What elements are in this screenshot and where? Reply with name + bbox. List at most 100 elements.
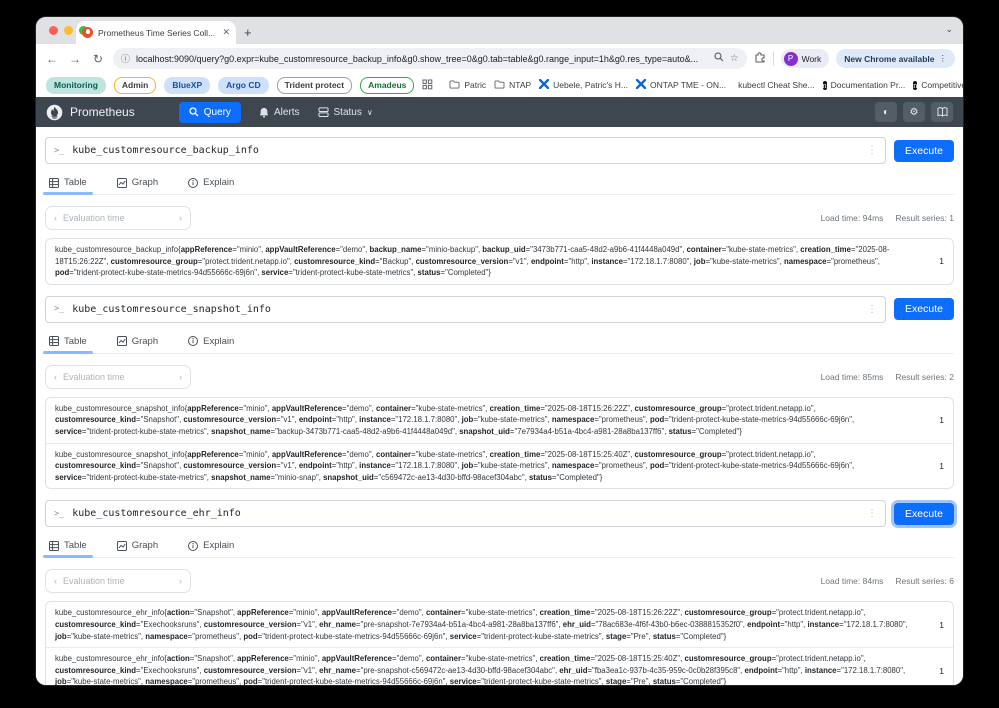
chrome-update-chip[interactable]: New Chrome available ⋮: [836, 49, 955, 68]
tab-explain[interactable]: Explain: [186, 173, 236, 194]
execute-button[interactable]: Execute: [894, 139, 954, 162]
expression-input[interactable]: >_ kube_customresource_backup_info ⋮: [45, 137, 887, 164]
input-options-kebab-icon[interactable]: ⋮: [867, 304, 877, 315]
new-tab-button[interactable]: +: [244, 25, 252, 40]
tab-table[interactable]: Table: [43, 536, 93, 559]
graph-icon: [116, 336, 127, 347]
tab-search-chevron-icon[interactable]: ⌄: [945, 24, 953, 35]
browser-tab-active[interactable]: Prometheus Time Series Coll... ✕: [76, 21, 236, 44]
extensions-puzzle-icon[interactable]: [754, 51, 766, 66]
bookmark-pill-monitoring[interactable]: Monitoring: [46, 76, 106, 94]
console-prompt-icon: >_: [54, 304, 65, 315]
profile-chip[interactable]: P Work: [780, 49, 830, 68]
query-page-content: >_ kube_customresource_backup_info ⋮ Exe…: [36, 127, 963, 685]
bookmark-pill-trident-protect[interactable]: Trident protect: [276, 76, 353, 94]
nav-alerts[interactable]: Alerts: [259, 107, 300, 118]
tab-title: Prometheus Time Series Coll...: [98, 27, 216, 38]
nav-query[interactable]: Query: [178, 101, 241, 123]
eval-time-back-icon[interactable]: ‹: [54, 576, 57, 586]
tab-explain[interactable]: Explain: [186, 536, 236, 557]
bookmark-star-icon[interactable]: ☆: [730, 53, 739, 64]
eval-time-forward-icon[interactable]: ›: [179, 372, 182, 382]
back-button[interactable]: ←: [44, 52, 60, 66]
settings-gear-icon[interactable]: ⚙: [903, 102, 925, 122]
bookmark-item[interactable]: ONTAP TME - ON...: [635, 78, 726, 91]
tab-graph[interactable]: Graph: [115, 173, 160, 194]
bookmark-item[interactable]: kubectl Cheat She...: [734, 80, 815, 90]
chevron-down-icon: ∨: [366, 107, 373, 117]
tab-close-icon[interactable]: ✕: [222, 27, 230, 38]
label-name: instance: [804, 665, 837, 675]
input-options-kebab-icon[interactable]: ⋮: [867, 145, 877, 156]
forward-button[interactable]: →: [67, 52, 83, 66]
query-expression[interactable]: kube_customresource_backup_info: [72, 145, 859, 156]
evaluation-time-placeholder[interactable]: Evaluation time: [63, 576, 173, 586]
label-name: container: [375, 403, 412, 413]
label-name: status: [652, 631, 676, 641]
result-tabs: Table Graph Explain: [43, 536, 954, 559]
evaluation-time-placeholder[interactable]: Evaluation time: [63, 213, 173, 223]
query-expression[interactable]: kube_customresource_snapshot_info: [72, 304, 859, 315]
label-name: creation_time: [489, 403, 541, 413]
series-row[interactable]: kube_customresource_ehr_info{action="Sna…: [46, 647, 953, 685]
label-name: backup_uid: [482, 245, 526, 254]
eval-time-forward-icon[interactable]: ›: [179, 576, 182, 586]
address-bar[interactable]: ⓘ localhost:9090/query?g0.expr=kube_cust…: [113, 48, 747, 69]
site-info-icon[interactable]: ⓘ: [121, 52, 130, 65]
bookmark-item[interactable]: n Documentation Pr...: [822, 80, 905, 91]
eval-time-back-icon[interactable]: ‹: [54, 372, 57, 382]
series-row[interactable]: kube_customresource_snapshot_info{appRef…: [46, 442, 953, 489]
search-icon[interactable]: [714, 52, 724, 65]
bookmark-pill-admin[interactable]: Admin: [113, 76, 157, 94]
input-options-kebab-icon[interactable]: ⋮: [867, 508, 877, 519]
series-row[interactable]: kube_customresource_snapshot_info{appRef…: [46, 398, 953, 443]
expression-input[interactable]: >_ kube_customresource_snapshot_info ⋮: [45, 295, 887, 323]
load-time: Load time: 85ms: [820, 371, 884, 382]
expression-input[interactable]: >_ kube_customresource_ehr_info ⋮: [45, 500, 887, 528]
evaluation-time-picker[interactable]: ‹ Evaluation time ›: [45, 206, 191, 230]
series-labels: kube_customresource_backup_info{appRefer…: [55, 245, 890, 278]
evaluation-time-picker[interactable]: ‹ Evaluation time ›: [45, 569, 191, 594]
bookmark-item[interactable]: nCompetitive Produ...: [913, 80, 963, 91]
eval-time-forward-icon[interactable]: ›: [179, 213, 182, 223]
series-row[interactable]: kube_customresource_ehr_info{action="Sna…: [46, 602, 953, 647]
header-tools: ◐ ⚙: [875, 102, 953, 122]
minimize-window-button[interactable]: [64, 26, 73, 35]
result-table: kube_customresource_ehr_info{action="Sna…: [45, 601, 954, 685]
bookmark-item[interactable]: Uebele, Patric's H...: [538, 78, 628, 91]
result-table: kube_customresource_snapshot_info{appRef…: [45, 396, 954, 490]
bookmark-item[interactable]: NTAP: [494, 79, 531, 91]
bookmark-pill-bluexp[interactable]: BlueXP: [164, 76, 211, 94]
browser-menu-kebab-icon[interactable]: ⋮: [939, 53, 948, 64]
tab-graph[interactable]: Graph: [115, 332, 160, 353]
nav-status-label: Status: [333, 106, 362, 118]
series-value: 1: [939, 665, 944, 676]
reload-button[interactable]: ↻: [90, 52, 106, 66]
close-window-button[interactable]: [49, 26, 58, 35]
execute-button[interactable]: Execute: [894, 298, 954, 321]
prometheus-brand[interactable]: Prometheus: [46, 104, 135, 121]
evaluation-time-picker[interactable]: ‹ Evaluation time ›: [45, 364, 191, 389]
tab-graph[interactable]: Graph: [115, 536, 160, 557]
apps-grid-icon[interactable]: [422, 79, 433, 92]
bookmark-pill-amadeus[interactable]: Amadeus: [360, 76, 415, 94]
label-name: endpoint: [530, 256, 564, 266]
tab-table[interactable]: Table: [43, 173, 93, 195]
load-time: Load time: 84ms: [820, 576, 884, 587]
result-series-count: Result series: 6: [895, 576, 954, 587]
bookmark-pill-argo-cd[interactable]: Argo CD: [218, 76, 269, 94]
label-name: container: [686, 245, 722, 254]
query-expression[interactable]: kube_customresource_ehr_info: [72, 508, 859, 519]
series-value: 1: [939, 619, 944, 630]
execute-button[interactable]: Execute: [894, 502, 954, 525]
nav-status[interactable]: Status ∨: [317, 106, 373, 118]
bookmark-item[interactable]: Patric: [449, 79, 486, 91]
theme-toggle-icon[interactable]: ◐: [875, 102, 897, 122]
tab-table[interactable]: Table: [43, 332, 93, 354]
evaluation-time-placeholder[interactable]: Evaluation time: [63, 372, 173, 382]
label-name: creation_time: [539, 608, 591, 618]
docs-book-icon[interactable]: [931, 102, 953, 122]
tab-explain[interactable]: Explain: [186, 332, 236, 353]
series-row[interactable]: kube_customresource_backup_info{appRefer…: [46, 239, 953, 284]
eval-time-back-icon[interactable]: ‹: [54, 213, 57, 223]
